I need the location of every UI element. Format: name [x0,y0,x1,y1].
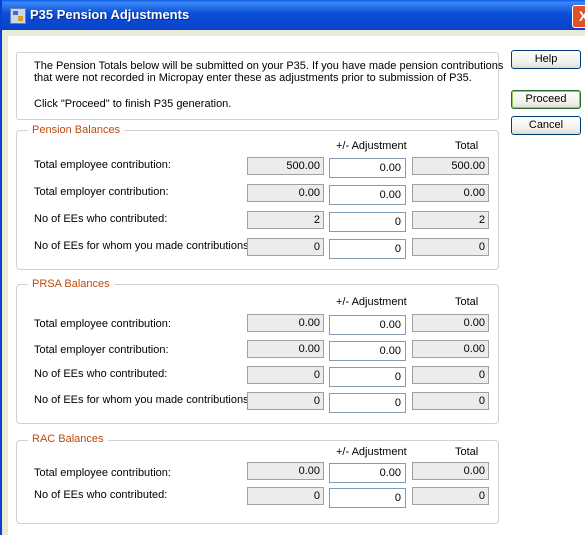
pension-adjustment-header: +/- Adjustment [336,140,407,152]
rac-total-header: Total [455,446,479,458]
prsa-value: 0.00 [247,340,324,358]
app-icon [10,8,26,24]
prsa-row-label: No of EEs for whom you made contribution… [34,394,252,406]
pension-row-label: No of EEs for whom you made contribution… [34,240,252,252]
rac-value: 0.00 [247,462,324,480]
prsa-adjustment-input[interactable]: 0.00 [329,315,406,335]
pension-total: 0.00 [412,184,489,202]
pension-value: 0.00 [247,184,324,202]
rac-balances-group [16,440,499,524]
rac-value: 0 [247,487,324,505]
pension-adjustment-input[interactable]: 0.00 [329,185,406,205]
prsa-total: 0.00 [412,340,489,358]
prsa-total: 0 [412,392,489,410]
pension-balances-title: Pension Balances [28,124,125,136]
pension-total: 2 [412,211,489,229]
prsa-row-label: Total employee contribution: [34,318,171,330]
pension-value: 0 [247,238,324,256]
rac-total: 0 [412,487,489,505]
prsa-adjustment-input[interactable]: 0.00 [329,341,406,361]
proceed-button[interactable]: Proceed [511,90,581,109]
pension-total: 500.00 [412,157,489,175]
prsa-total: 0.00 [412,314,489,332]
info-instruction: Click "Proceed" to finish P35 generation… [34,98,232,110]
prsa-value: 0 [247,366,324,384]
pension-adjustment-input[interactable]: 0.00 [329,158,406,178]
cancel-button[interactable]: Cancel [511,116,581,135]
rac-adjustment-input[interactable]: 0 [329,488,406,508]
pension-row-label: Total employee contribution: [34,159,171,171]
pension-value: 2 [247,211,324,229]
close-button[interactable]: X [572,5,585,28]
pension-row-label: Total employer contribution: [34,186,169,198]
prsa-row-label: Total employer contribution: [34,344,169,356]
title-bar[interactable]: P35 Pension Adjustments X [2,0,585,30]
info-text: The Pension Totals below will be submitt… [34,60,504,84]
window-title: P35 Pension Adjustments [30,7,190,22]
prsa-adjustment-header: +/- Adjustment [336,296,407,308]
prsa-adjustment-input[interactable]: 0 [329,367,406,387]
prsa-value: 0 [247,392,324,410]
rac-row-label: Total employee contribution: [34,467,171,479]
prsa-balances-title: PRSA Balances [28,278,114,290]
rac-balances-title: RAC Balances [28,433,108,445]
prsa-adjustment-input[interactable]: 0 [329,393,406,413]
prsa-value: 0.00 [247,314,324,332]
rac-total: 0.00 [412,462,489,480]
pension-value: 500.00 [247,157,324,175]
rac-adjustment-header: +/- Adjustment [336,446,407,458]
rac-adjustment-input[interactable]: 0.00 [329,463,406,483]
pension-total: 0 [412,238,489,256]
pension-adjustment-input[interactable]: 0 [329,239,406,259]
pension-total-header: Total [455,140,479,152]
prsa-total: 0 [412,366,489,384]
pension-adjustment-input[interactable]: 0 [329,212,406,232]
prsa-total-header: Total [455,296,479,308]
pension-row-label: No of EEs who contributed: [34,213,168,225]
rac-row-label: No of EEs who contributed: [34,489,168,501]
prsa-row-label: No of EEs who contributed: [34,368,168,380]
help-button[interactable]: Help [511,50,581,69]
